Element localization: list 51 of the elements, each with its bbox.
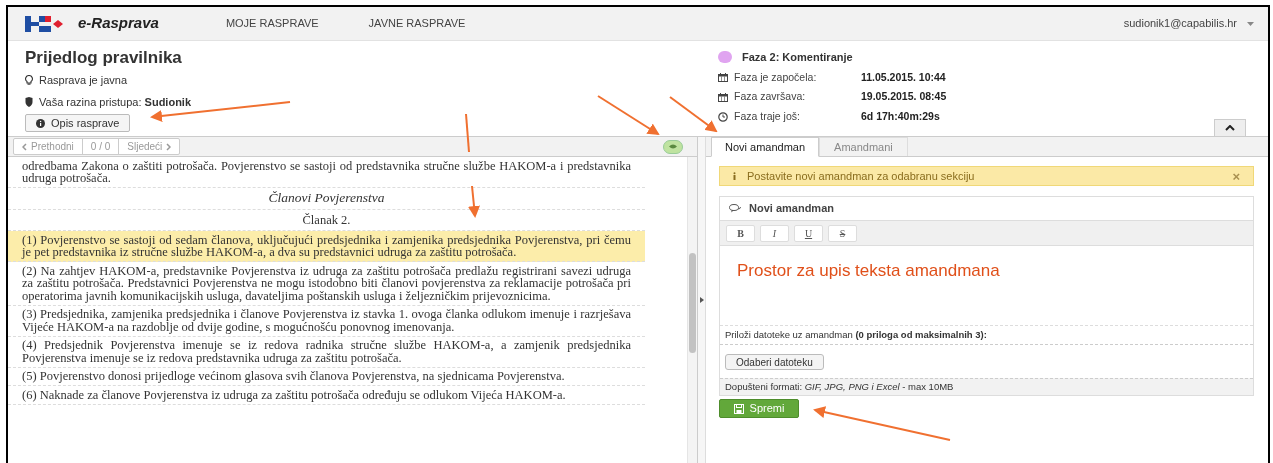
splitter-handle[interactable] bbox=[698, 137, 706, 463]
phase-label: Faza je započela: bbox=[734, 69, 818, 85]
amendment-editor[interactable]: Prostor za upis teksta amandmana bbox=[720, 246, 1253, 325]
phase-label: Faza završava: bbox=[734, 89, 807, 105]
view-toggle-button[interactable] bbox=[663, 139, 683, 154]
phase-label: Faza traje još: bbox=[734, 109, 801, 124]
phase-value: 6d 17h:40m:29s bbox=[861, 109, 940, 124]
alert-text: Postavite novi amandman za odabranu sekciju bbox=[747, 168, 975, 184]
visibility-text: Rasprava je javna bbox=[39, 73, 128, 88]
annotation-arrow bbox=[597, 95, 660, 136]
chevron-up-icon bbox=[1225, 125, 1235, 131]
logo-text: e-Rasprava bbox=[78, 13, 159, 34]
access-level-text: Vaša razina pristupa: Sudionik bbox=[39, 94, 192, 110]
nav-link[interactable]: MOJE RASPRAVE bbox=[225, 15, 319, 32]
eye-icon bbox=[669, 144, 677, 149]
format-button[interactable]: S bbox=[828, 224, 857, 242]
caret-right-icon bbox=[699, 297, 704, 303]
page-counter: 0 / 0 bbox=[82, 139, 120, 154]
format-button[interactable]: I bbox=[760, 224, 789, 242]
chevron-left-icon bbox=[22, 142, 27, 151]
format-button[interactable]: B bbox=[726, 224, 755, 242]
calendar-icon bbox=[718, 92, 728, 102]
info-icon bbox=[733, 172, 736, 180]
page-title: Prijedlog pravilnika bbox=[25, 48, 183, 68]
phase-name: Faza 2: Komentiranje bbox=[742, 50, 853, 65]
nav-link[interactable]: JAVNE RASPRAVE bbox=[368, 15, 466, 32]
comment-icon bbox=[729, 204, 741, 213]
scrollbar[interactable] bbox=[687, 157, 697, 463]
tab[interactable]: Novi amandman bbox=[711, 137, 820, 157]
phase-value: 19.05.2015. 08:45 bbox=[861, 89, 947, 105]
choose-file-button[interactable]: Odaberi datoteku bbox=[725, 353, 824, 370]
shield-icon bbox=[25, 96, 33, 107]
description-button[interactable]: Opis rasprave bbox=[25, 114, 131, 132]
allowed-formats-text: Dopušteni formati: GIF, JPG, PNG i Excel - max 10MB bbox=[720, 378, 1253, 395]
format-button[interactable]: U bbox=[794, 224, 823, 242]
attachments-label: Priloži datoteke uz amandman (0 priloga od maksimalnih 3): bbox=[720, 325, 1253, 345]
scrollbar-thumb[interactable] bbox=[689, 253, 696, 353]
info-icon bbox=[36, 118, 45, 128]
document-paragraph[interactable]: (1) Povjerenstvo se sastoji od sedam članova, uključujući predsjednika i zamjenika predsjednika Povjerenstva, pri čemu je pet predstavnika iz stručne službe HAKOM-a, a dva su predstavnici udruga za zaštitu potrošača. bbox=[8, 231, 645, 262]
logo-icon bbox=[25, 14, 65, 33]
section-heading[interactable]: Članovi Povjerenstva bbox=[8, 188, 645, 210]
panel-title: Novi amandman bbox=[749, 201, 834, 217]
chevron-right-icon bbox=[166, 142, 172, 151]
clock-icon bbox=[718, 111, 728, 122]
phase-value: 11.05.2015. 10:44 bbox=[861, 69, 946, 85]
collapse-button[interactable] bbox=[1214, 119, 1246, 136]
lightbulb-icon bbox=[25, 75, 33, 86]
caret-icon[interactable] bbox=[1247, 21, 1254, 26]
user-menu[interactable]: sudionik1@capabilis.hr bbox=[1123, 15, 1237, 32]
annotation-arrow bbox=[669, 96, 718, 133]
calendar-icon bbox=[718, 72, 728, 82]
